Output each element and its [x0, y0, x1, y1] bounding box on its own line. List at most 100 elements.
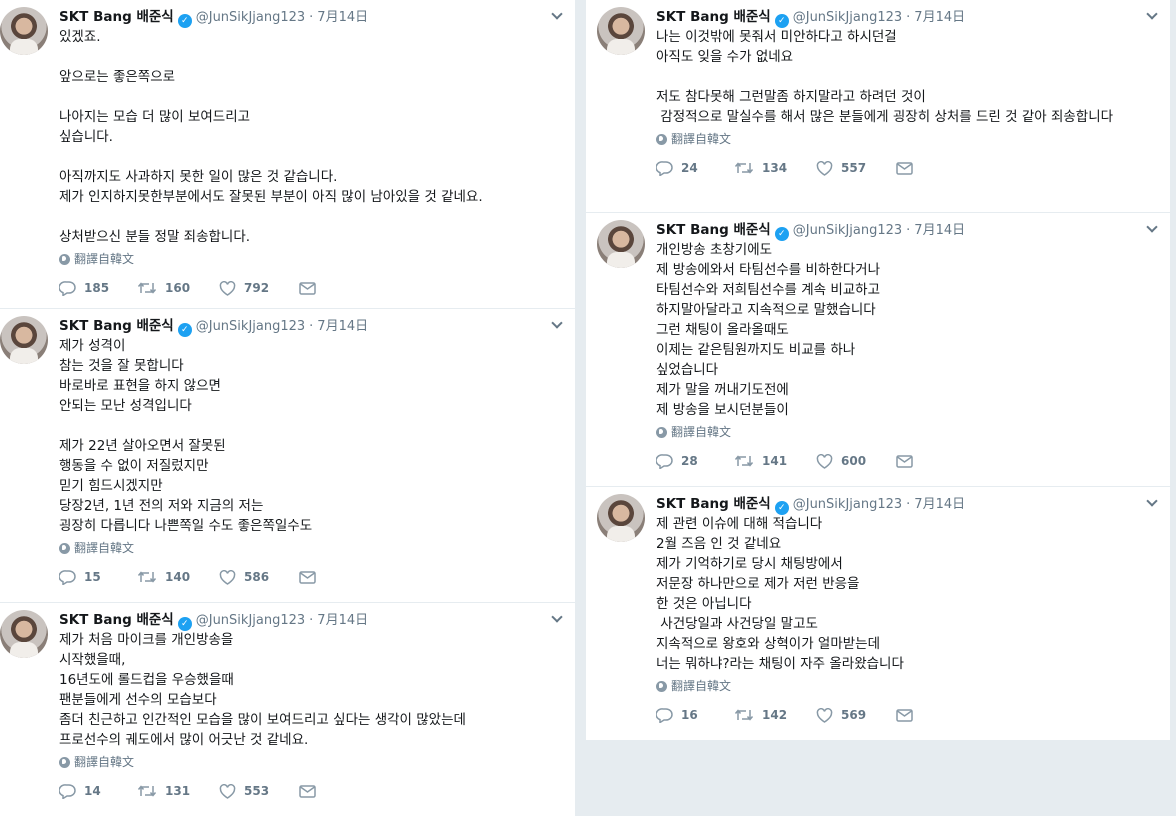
retweet-button[interactable]: 140	[137, 570, 219, 584]
chevron-down-icon[interactable]	[1146, 8, 1158, 20]
tweet-date[interactable]: 7月14日	[914, 221, 965, 241]
tweet-date[interactable]: 7月14日	[317, 611, 368, 631]
avatar[interactable]	[0, 7, 48, 55]
direct-message-button[interactable]	[896, 708, 921, 722]
heart-icon	[219, 280, 236, 296]
translate-label: 翻譯自韓文	[671, 679, 732, 693]
avatar[interactable]	[0, 316, 48, 364]
verified-badge-icon: ✓	[177, 617, 192, 631]
tweet-header: SKT Bang 배준식 ✓ @JunSikJjang123 · 7月14日	[656, 7, 1140, 28]
reply-button[interactable]: 28	[656, 453, 734, 469]
tweet-date[interactable]: 7月14日	[317, 317, 368, 337]
tweet-date[interactable]: 7月14日	[914, 495, 965, 515]
tweet-date[interactable]: 7月14日	[317, 8, 368, 28]
envelope-icon	[896, 708, 913, 722]
reply-button[interactable]: 24	[656, 160, 734, 176]
verified-badge-icon: ✓	[177, 14, 192, 28]
tweet[interactable]: SKT Bang 배준식 ✓ @JunSikJjang123 · 7月14日 나…	[586, 0, 1170, 213]
retweet-button[interactable]: 142	[734, 708, 816, 722]
retweet-button[interactable]: 134	[734, 161, 816, 175]
chevron-down-icon[interactable]	[551, 611, 563, 623]
author-name[interactable]: SKT Bang 배준식	[656, 7, 771, 27]
avatar[interactable]	[0, 610, 48, 658]
retweet-icon	[137, 281, 157, 295]
tweet-date[interactable]: 7月14日	[914, 8, 965, 28]
left-timeline-column: SKT Bang 배준식 ✓ @JunSikJjang123 · 7月14日 있…	[0, 0, 575, 816]
retweet-count: 141	[762, 454, 788, 468]
tweet-text: 제가 처음 마이크를 개인방송을 시작했을때, 16년도에 롤드컵을 우승했을때…	[59, 632, 466, 748]
tweet-header: SKT Bang 배준식 ✓ @JunSikJjang123 · 7月14日	[59, 610, 545, 631]
translate-link[interactable]: 翻譯自韓文	[656, 422, 1140, 442]
globe-icon	[59, 253, 70, 265]
author-name[interactable]: SKT Bang 배준식	[59, 610, 174, 630]
translate-link[interactable]: 翻譯自韓文	[656, 676, 1140, 696]
separator: ·	[309, 613, 314, 628]
heart-icon	[219, 783, 236, 799]
reply-icon	[656, 707, 673, 723]
like-button[interactable]: 569	[816, 707, 896, 723]
author-handle[interactable]: @JunSikJjang123	[196, 611, 305, 631]
author-name[interactable]: SKT Bang 배준식	[59, 316, 174, 336]
translate-link[interactable]: 翻譯自韓文	[59, 538, 545, 558]
envelope-icon	[299, 281, 316, 295]
author-handle[interactable]: @JunSikJjang123	[793, 221, 902, 241]
direct-message-button[interactable]	[896, 161, 921, 175]
right-timeline-column: SKT Bang 배준식 ✓ @JunSikJjang123 · 7月14日 나…	[585, 0, 1170, 740]
chevron-down-icon[interactable]	[551, 8, 563, 20]
direct-message-button[interactable]	[299, 281, 324, 295]
like-button[interactable]: 792	[219, 280, 299, 296]
tweet-text: 있겠죠. 앞으로는 좋은쪽으로 나아지는 모습 더 많이 보여드리고 싶습니다.…	[59, 29, 483, 245]
avatar[interactable]	[597, 494, 645, 542]
translate-link[interactable]: 翻譯自韓文	[59, 249, 545, 269]
reply-button[interactable]: 16	[656, 707, 734, 723]
like-count: 586	[244, 570, 270, 584]
heart-icon	[816, 707, 833, 723]
retweet-button[interactable]: 131	[137, 784, 219, 798]
like-button[interactable]: 586	[219, 569, 299, 585]
globe-icon	[656, 133, 667, 145]
reply-count: 14	[84, 784, 101, 798]
tweet-text: 나는 이것밖에 못줘서 미안하다고 하시던걸 아직도 잊을 수가 없네요 저도 …	[656, 29, 1114, 125]
retweet-icon	[734, 454, 754, 468]
tweet-actions: 24 134 557	[656, 149, 1140, 187]
chevron-down-icon[interactable]	[1146, 495, 1158, 507]
translate-label: 翻譯自韓文	[74, 755, 135, 769]
reply-icon	[59, 280, 76, 296]
reply-button[interactable]: 14	[59, 783, 137, 799]
envelope-icon	[299, 570, 316, 584]
retweet-button[interactable]: 160	[137, 281, 219, 295]
author-name[interactable]: SKT Bang 배준식	[656, 220, 771, 240]
retweet-button[interactable]: 141	[734, 454, 816, 468]
direct-message-button[interactable]	[299, 570, 324, 584]
reply-button[interactable]: 185	[59, 280, 137, 296]
tweet[interactable]: SKT Bang 배준식 ✓ @JunSikJjang123 · 7月14日 제…	[0, 309, 575, 603]
direct-message-button[interactable]	[896, 454, 921, 468]
heart-icon	[816, 453, 833, 469]
translate-label: 翻譯自韓文	[74, 252, 135, 266]
like-button[interactable]: 600	[816, 453, 896, 469]
author-handle[interactable]: @JunSikJjang123	[196, 317, 305, 337]
direct-message-button[interactable]	[299, 784, 324, 798]
avatar[interactable]	[597, 220, 645, 268]
tweet[interactable]: SKT Bang 배준식 ✓ @JunSikJjang123 · 7月14日 제…	[0, 603, 575, 816]
chevron-down-icon[interactable]	[551, 317, 563, 329]
avatar[interactable]	[597, 7, 645, 55]
like-button[interactable]: 557	[816, 160, 896, 176]
author-handle[interactable]: @JunSikJjang123	[196, 8, 305, 28]
tweet[interactable]: SKT Bang 배준식 ✓ @JunSikJjang123 · 7月14日 있…	[0, 0, 575, 309]
author-handle[interactable]: @JunSikJjang123	[793, 495, 902, 515]
like-button[interactable]: 553	[219, 783, 299, 799]
author-name[interactable]: SKT Bang 배준식	[656, 494, 771, 514]
translate-link[interactable]: 翻譯自韓文	[656, 129, 1140, 149]
translate-link[interactable]: 翻譯自韓文	[59, 752, 545, 772]
chevron-down-icon[interactable]	[1146, 221, 1158, 233]
author-name[interactable]: SKT Bang 배준식	[59, 7, 174, 27]
translate-label: 翻譯自韓文	[671, 425, 732, 439]
tweet[interactable]: SKT Bang 배준식 ✓ @JunSikJjang123 · 7月14日 제…	[586, 487, 1170, 740]
tweet[interactable]: SKT Bang 배준식 ✓ @JunSikJjang123 · 7月14日 개…	[586, 213, 1170, 487]
author-handle[interactable]: @JunSikJjang123	[793, 8, 902, 28]
like-count: 557	[841, 161, 867, 175]
like-count: 792	[244, 281, 270, 295]
reply-icon	[656, 453, 673, 469]
reply-button[interactable]: 15	[59, 569, 137, 585]
